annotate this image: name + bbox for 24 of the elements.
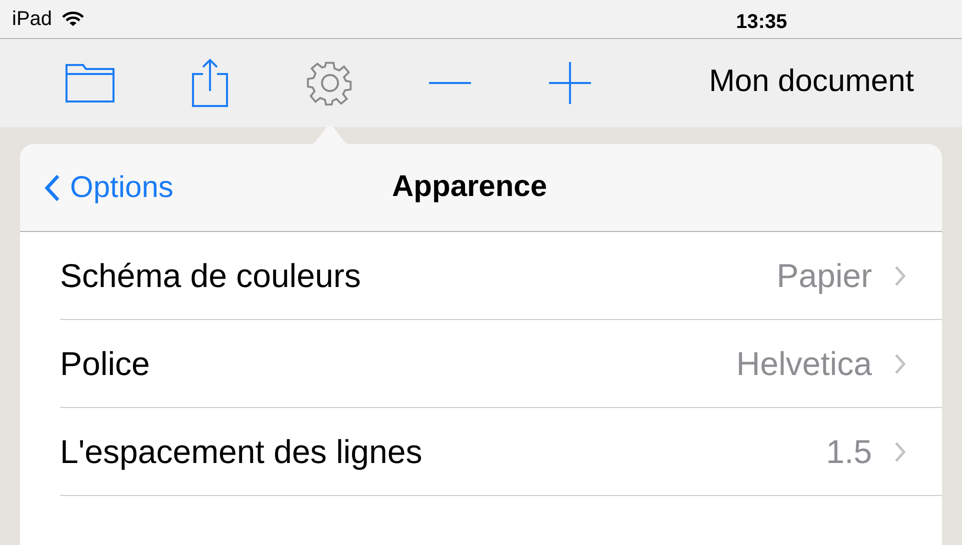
carrier-label: iPad [12, 7, 52, 32]
row-label: Police [60, 344, 150, 384]
settings-row[interactable]: Schéma de couleurs Papier [60, 232, 942, 320]
popover-title: Apparence [392, 169, 548, 205]
settings-row[interactable]: L'espacement des lignes 1.5 [60, 408, 942, 496]
wifi-icon [62, 11, 84, 27]
minus-icon [429, 81, 471, 85]
row-value: Helvetica [736, 344, 872, 384]
settings-icon [306, 59, 354, 107]
row-label: Schéma de couleurs [60, 256, 361, 296]
settings-row[interactable]: Police Helvetica [60, 320, 942, 408]
share-icon [190, 58, 230, 108]
folder-icon [65, 63, 115, 103]
row-value: 1.5 [826, 432, 872, 472]
chevron-left-icon [44, 174, 60, 202]
plus-icon [549, 62, 591, 104]
row-value: Papier [776, 256, 872, 296]
chevron-right-icon [894, 352, 906, 374]
chevron-right-icon [894, 264, 906, 286]
document-title: Mon document [708, 65, 914, 96]
status-time: 13:35 [736, 10, 788, 35]
row-label: L'espacement des lignes [60, 432, 422, 472]
back-button[interactable]: Options [44, 165, 174, 210]
chevron-right-icon [894, 440, 906, 462]
